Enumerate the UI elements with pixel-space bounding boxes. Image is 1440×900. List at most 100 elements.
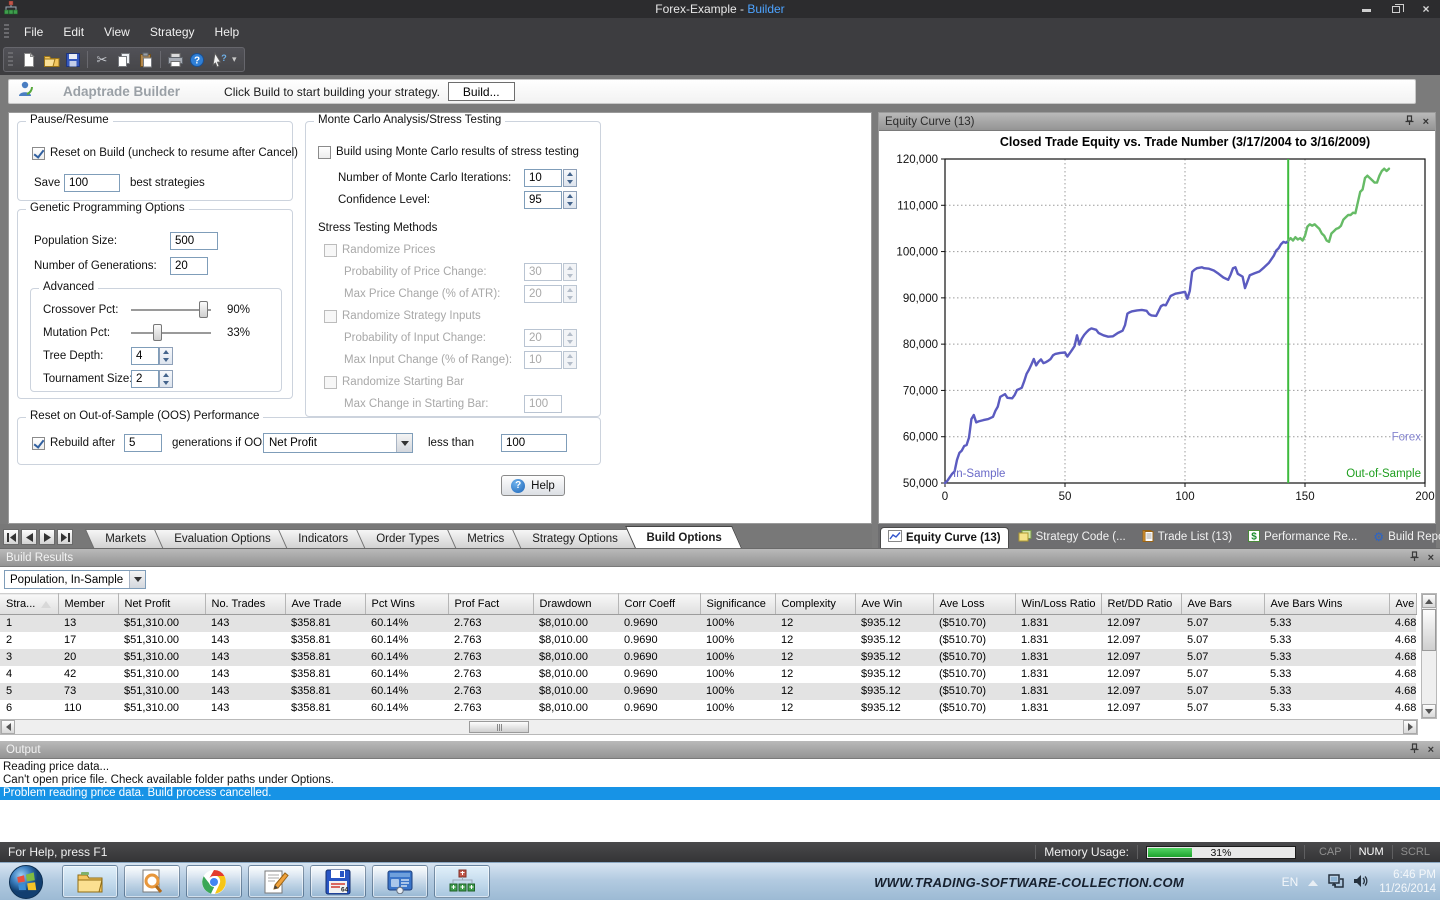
table-row[interactable]: 442$51,310.00143$358.8160.14%2.763$8,010… bbox=[0, 666, 1416, 683]
taskbar-search-icon[interactable] bbox=[124, 865, 180, 898]
table-row[interactable]: 320$51,310.00143$358.8160.14%2.763$8,010… bbox=[0, 649, 1416, 666]
column-header-6[interactable]: Prof Fact bbox=[448, 594, 533, 615]
crossover-slider[interactable] bbox=[131, 301, 211, 318]
help-button[interactable]: ? Help bbox=[501, 475, 565, 496]
save-strategies-input[interactable]: 100 bbox=[64, 174, 120, 192]
tournament-input[interactable]: 2 bbox=[131, 370, 159, 388]
mutation-slider-thumb[interactable] bbox=[153, 324, 162, 341]
column-header-11[interactable]: Ave Win bbox=[855, 594, 933, 615]
table-row[interactable]: 573$51,310.00143$358.8160.14%2.763$8,010… bbox=[0, 683, 1416, 700]
start-button[interactable] bbox=[8, 864, 44, 900]
menu-edit[interactable]: Edit bbox=[53, 18, 94, 45]
output-line[interactable]: Can't open price file. Check available f… bbox=[0, 774, 1440, 787]
column-header-15[interactable]: Ave Bars bbox=[1181, 594, 1264, 615]
cut-icon[interactable]: ✂ bbox=[91, 49, 113, 70]
taskbar-backup-icon[interactable]: 64 bbox=[310, 865, 366, 898]
taskbar-chrome-icon[interactable] bbox=[186, 865, 242, 898]
column-header-16[interactable]: Ave Bars Wins bbox=[1264, 594, 1389, 615]
output-line[interactable]: Problem reading price data. Build proces… bbox=[0, 787, 1440, 800]
panel-close-icon[interactable]: × bbox=[1428, 744, 1434, 756]
oos-metric-select[interactable]: Net Profit bbox=[263, 433, 413, 453]
table-row[interactable]: 6110$51,310.00143$358.8160.14%2.763$8,01… bbox=[0, 700, 1416, 717]
column-header-4[interactable]: Ave Trade bbox=[285, 594, 365, 615]
tournament-spinner[interactable] bbox=[159, 370, 173, 388]
population-size-input[interactable]: 500 bbox=[170, 232, 218, 250]
generations-input[interactable]: 20 bbox=[170, 257, 208, 275]
results-horizontal-scrollbar[interactable] bbox=[0, 719, 1418, 735]
scroll-right-icon[interactable] bbox=[1403, 720, 1417, 734]
column-header-2[interactable]: Net Profit bbox=[118, 594, 205, 615]
menubar-grip[interactable] bbox=[4, 24, 9, 40]
tab-build-report[interactable]: ⚙ Build Report (13) bbox=[1366, 527, 1440, 548]
output-line[interactable]: Reading price data... bbox=[0, 761, 1440, 774]
tree-depth-spinner[interactable] bbox=[159, 347, 173, 365]
tab-evaluation-options[interactable]: Evaluation Options bbox=[154, 529, 291, 548]
scroll-down-icon[interactable] bbox=[1422, 704, 1436, 718]
column-header-13[interactable]: Win/Loss Ratio bbox=[1015, 594, 1101, 615]
randomize-prices-checkbox[interactable] bbox=[324, 244, 337, 257]
column-header-1[interactable]: Member bbox=[58, 594, 118, 615]
results-view-dropdown-icon[interactable] bbox=[129, 571, 145, 588]
print-icon[interactable] bbox=[164, 49, 186, 70]
menu-view[interactable]: View bbox=[94, 18, 140, 45]
taskbar-editor-icon[interactable] bbox=[248, 865, 304, 898]
tab-indicators[interactable]: Indicators bbox=[278, 529, 368, 548]
rebuild-generations-input[interactable]: 5 bbox=[124, 434, 162, 452]
open-file-icon[interactable] bbox=[40, 49, 62, 70]
minimize-button[interactable] bbox=[1358, 2, 1374, 16]
volume-icon[interactable] bbox=[1354, 874, 1369, 891]
iterations-input[interactable]: 10 bbox=[524, 169, 562, 187]
taskbar-explorer-icon[interactable] bbox=[62, 865, 118, 898]
scroll-thumb[interactable] bbox=[1422, 609, 1436, 651]
pin-icon[interactable] bbox=[1409, 551, 1420, 565]
column-header-0[interactable]: Stra... bbox=[0, 594, 58, 615]
tree-depth-input[interactable]: 4 bbox=[131, 347, 159, 365]
tab-markets[interactable]: Markets bbox=[85, 529, 166, 548]
results-view-select[interactable]: Population, In-Sample bbox=[4, 570, 146, 589]
tab-nav-last-icon[interactable] bbox=[57, 529, 73, 545]
column-header-12[interactable]: Ave Loss bbox=[933, 594, 1015, 615]
taskbar-builder-icon[interactable] bbox=[434, 865, 490, 898]
paste-icon[interactable] bbox=[135, 49, 157, 70]
menu-file[interactable]: File bbox=[14, 18, 53, 45]
help-icon[interactable]: ? bbox=[186, 49, 208, 70]
column-header-9[interactable]: Significance bbox=[700, 594, 775, 615]
build-button[interactable]: Build... bbox=[448, 82, 515, 101]
randomize-inputs-checkbox[interactable] bbox=[324, 310, 337, 323]
copy-icon[interactable] bbox=[113, 49, 135, 70]
menu-help[interactable]: Help bbox=[205, 18, 250, 45]
tab-nav-next-icon[interactable] bbox=[39, 529, 55, 545]
panel-close-icon[interactable]: × bbox=[1423, 116, 1429, 128]
new-file-icon[interactable] bbox=[18, 49, 40, 70]
context-help-icon[interactable]: ? bbox=[208, 49, 230, 70]
network-icon[interactable] bbox=[1328, 874, 1344, 891]
column-header-5[interactable]: Pct Wins bbox=[365, 594, 448, 615]
pin-icon[interactable] bbox=[1404, 115, 1415, 129]
column-header-8[interactable]: Corr Coeff bbox=[618, 594, 700, 615]
toolbar-overflow-icon[interactable]: ▾ bbox=[232, 54, 237, 65]
results-vertical-scrollbar[interactable] bbox=[1421, 593, 1437, 719]
table-row[interactable]: 217$51,310.00143$358.8160.14%2.763$8,010… bbox=[0, 632, 1416, 649]
tray-expand-icon[interactable] bbox=[1308, 875, 1318, 889]
oos-metric-dropdown-icon[interactable] bbox=[396, 434, 412, 452]
reset-on-build-checkbox[interactable] bbox=[32, 147, 45, 160]
close-button[interactable]: × bbox=[1418, 2, 1434, 16]
column-header-7[interactable]: Drawdown bbox=[533, 594, 618, 615]
crossover-slider-thumb[interactable] bbox=[199, 301, 208, 318]
oos-threshold-input[interactable]: 100 bbox=[501, 434, 567, 452]
tab-trade-list[interactable]: Trade List (13) bbox=[1135, 527, 1239, 548]
tab-order-types[interactable]: Order Types bbox=[356, 529, 460, 548]
pin-icon[interactable] bbox=[1409, 743, 1420, 757]
randomize-bar-checkbox[interactable] bbox=[324, 376, 337, 389]
tab-strategy-code[interactable]: Strategy Code (... bbox=[1011, 527, 1133, 548]
tab-nav-first-icon[interactable] bbox=[3, 529, 19, 545]
save-icon[interactable] bbox=[62, 49, 84, 70]
column-header-14[interactable]: Ret/DD Ratio bbox=[1101, 594, 1181, 615]
column-header-17[interactable]: Ave bbox=[1389, 594, 1416, 615]
rebuild-checkbox[interactable] bbox=[32, 437, 45, 450]
scroll-left-icon[interactable] bbox=[1, 720, 15, 734]
confidence-input[interactable]: 95 bbox=[524, 191, 562, 209]
panel-close-icon[interactable]: × bbox=[1428, 552, 1434, 564]
build-monte-carlo-checkbox[interactable] bbox=[318, 146, 331, 159]
confidence-spinner[interactable] bbox=[563, 191, 577, 209]
